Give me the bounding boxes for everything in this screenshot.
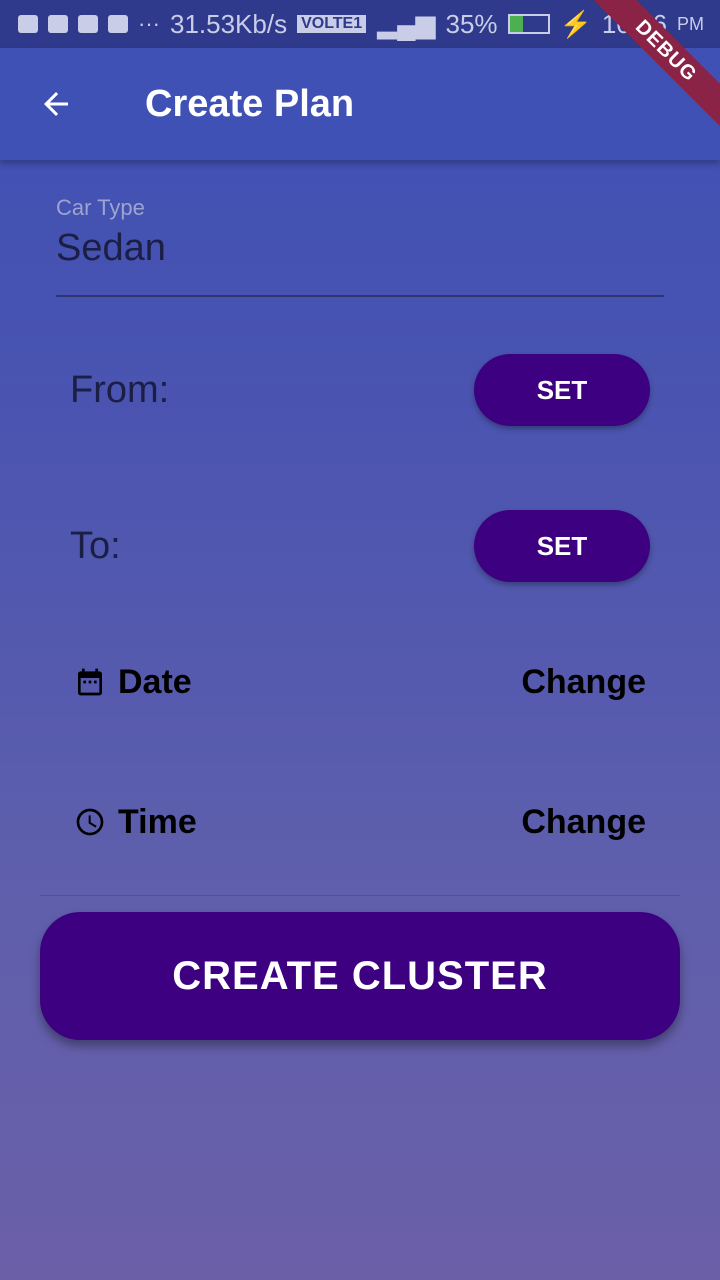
usb-icon (48, 15, 68, 33)
to-row: To: SET (70, 510, 650, 582)
more-notifications-icon: ··· (138, 11, 160, 36)
gallery-icon (18, 15, 38, 33)
page-title: Create Plan (145, 82, 355, 125)
to-label: To: (70, 524, 121, 567)
calendar-icon (78, 668, 102, 696)
car-type-field[interactable]: Car Type Sedan (56, 195, 664, 297)
android-icon (78, 15, 98, 33)
date-row: Date Change (74, 657, 646, 707)
back-button[interactable] (0, 48, 112, 160)
battery-icon (507, 14, 550, 34)
battery-percent: 35% (445, 8, 498, 39)
status-left: ··· 31.53Kb/s VOLTE1 (18, 8, 367, 40)
gmail-icon (108, 15, 128, 33)
app-bar: Create Plan (0, 48, 720, 160)
create-cluster-button[interactable]: CREATE CLUSTER (40, 912, 680, 1040)
car-type-value[interactable]: Sedan (56, 227, 664, 270)
date-left: Date (74, 663, 192, 702)
time-row: Time Change (74, 797, 646, 847)
car-type-label: Car Type (56, 195, 145, 220)
arrow-back-icon (44, 92, 68, 116)
clock-icon (76, 808, 104, 836)
volte-badge: VOLTE1 (297, 15, 367, 33)
time-left: Time (74, 803, 197, 842)
change-time-button[interactable]: Change (521, 803, 646, 842)
time-label: Time (118, 802, 197, 841)
charging-icon: ⚡ (559, 8, 592, 39)
from-label: From: (70, 368, 170, 411)
change-date-button[interactable]: Change (521, 663, 646, 702)
clock-ampm: PM (677, 13, 704, 34)
date-label: Date (118, 662, 192, 701)
set-from-button[interactable]: SET (474, 354, 650, 426)
signal-icon: ▂▄▆ (377, 8, 436, 39)
network-speed: 31.53Kb/s (169, 8, 288, 39)
divider (40, 895, 680, 896)
set-to-button[interactable]: SET (474, 510, 650, 582)
from-row: From: SET (70, 354, 650, 426)
